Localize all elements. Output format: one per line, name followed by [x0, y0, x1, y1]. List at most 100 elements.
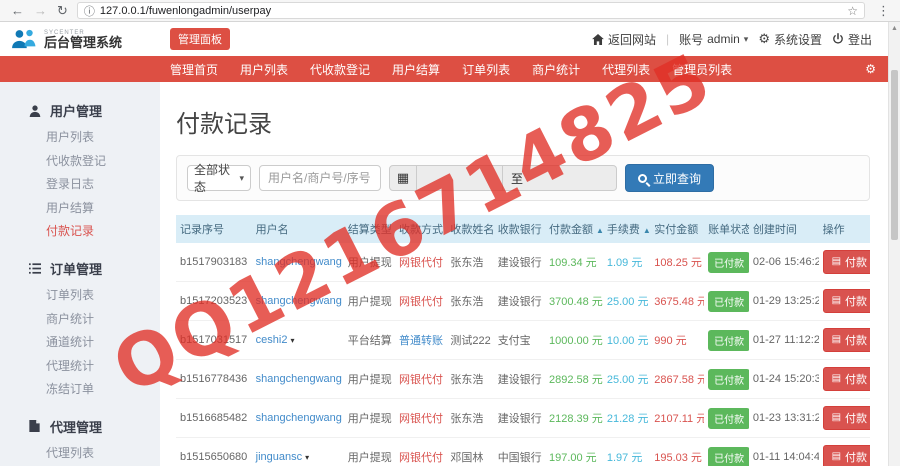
username-link[interactable]: shangchengwang	[256, 412, 342, 424]
pay-button[interactable]: ▤ 付款	[822, 289, 870, 313]
cell-settle-type: 用户提现	[343, 281, 396, 321]
main-content: 付款记录 全部状态 ▾ ▦ 至 立即查询	[160, 82, 900, 466]
username-link[interactable]: shangchengwang	[256, 256, 342, 268]
status-badge: 已付款	[708, 290, 749, 312]
cell-bill-status: 已付款	[704, 243, 749, 282]
pay-card-icon: ▤	[831, 451, 842, 462]
cell-record-id: b1517203523	[176, 281, 252, 321]
sidebar-item-agent-list[interactable]: 代理列表	[0, 442, 160, 466]
nav-item-agent-list[interactable]: 代理列表	[602, 61, 650, 78]
cell-actual-amount: 3675.48 元	[650, 281, 705, 321]
page-scrollbar[interactable]: ▲	[888, 22, 900, 466]
cell-pay-amount: 2128.39 元	[544, 398, 603, 438]
cell-pay-method: 网银代付	[395, 359, 447, 399]
pay-button[interactable]: ▤ 付款	[822, 367, 870, 391]
caret-down-icon: ▾	[305, 453, 310, 462]
sidebar-item-order-list[interactable]: 订单列表	[0, 284, 160, 308]
nav-item-home[interactable]: 管理首页	[170, 61, 218, 78]
username-link[interactable]: ceshi2	[256, 334, 288, 346]
cell-payee-name: 张东浩	[446, 243, 494, 282]
nav-item-merchant-stats[interactable]: 商户统计	[532, 61, 580, 78]
sidebar-item-frozen-orders[interactable]: 冻结订单	[0, 378, 160, 402]
search-button[interactable]: 立即查询	[625, 164, 715, 192]
col-fee[interactable]: 手续费 ▲	[602, 215, 651, 243]
nav-item-user-list[interactable]: 用户列表	[240, 61, 288, 78]
cell-record-id: b1517903183	[176, 243, 252, 282]
system-settings-link[interactable]: ⚙ 系统设置	[758, 31, 822, 48]
address-bar[interactable]: ⓘ 127.0.0.1/fuwenlongadmin/userpay ☆	[76, 2, 865, 19]
table-body: b1517903183 shangchengwang ▾ 用户提现 网银代付 张东…	[176, 243, 870, 466]
table-row: b1516778436 shangchengwang▾ 用户提现 网银代付 张东…	[176, 359, 870, 399]
url-text: 127.0.0.1/fuwenlongadmin/userpay	[99, 4, 272, 17]
pay-button[interactable]: ▤ 付款	[822, 406, 870, 430]
calendar-icon[interactable]: ▦	[389, 165, 417, 191]
page-info-icon[interactable]: ⓘ	[84, 3, 95, 19]
pay-button[interactable]: ▤ 付款	[822, 445, 870, 466]
cell-actual-amount: 108.25 元	[650, 243, 705, 282]
logout-link[interactable]: 登出	[832, 31, 872, 48]
username-link[interactable]: shangchengwang	[256, 295, 342, 307]
cell-settle-type: 用户提现	[343, 243, 396, 282]
sidebar-item-agent-stats[interactable]: 代理统计	[0, 355, 160, 379]
cell-created-time: 01-24 15:20:36	[748, 359, 819, 399]
logo-people-icon	[12, 29, 36, 49]
cell-pay-method: 网银代付	[395, 437, 447, 466]
cell-actions: ▤ 付款	[818, 359, 870, 399]
cell-record-id: b1517031517	[176, 320, 252, 360]
username-link[interactable]: shangchengwang	[256, 373, 342, 385]
cell-payee-bank: 支付宝	[493, 320, 545, 360]
cell-actions: ▤ 付款	[818, 281, 870, 321]
keyword-input[interactable]	[259, 165, 381, 191]
date-start-input[interactable]	[417, 165, 503, 191]
browser-back-button[interactable]: ←	[11, 4, 24, 17]
nav-gear-icon[interactable]: ⚙	[865, 62, 876, 76]
power-icon	[833, 33, 843, 44]
status-badge: 已付款	[708, 407, 749, 429]
date-end-input[interactable]	[531, 165, 618, 191]
browser-refresh-button[interactable]: ↻	[57, 4, 68, 17]
col-pay-amount[interactable]: 付款金额 ▲	[544, 215, 603, 243]
cell-fee: 1.09 元	[602, 243, 651, 282]
nav-item-order-list[interactable]: 订单列表	[462, 61, 510, 78]
cell-pay-method: 网银代付	[395, 243, 447, 282]
sidebar-item-user-list[interactable]: 用户列表	[0, 126, 160, 150]
cell-payee-bank: 建设银行	[493, 359, 545, 399]
account-menu[interactable]: 账号 admin ▾	[679, 31, 748, 48]
version-badge: 管理面板	[170, 28, 231, 50]
sidebar-item-payment-records[interactable]: 付款记录	[0, 220, 160, 244]
cell-payee-name: 测试222	[446, 320, 494, 360]
col-actual-amount: 实付金额	[650, 215, 705, 243]
top-nav: 管理首页 用户列表 代收款登记 用户结算 订单列表 商户统计 代理列表 管理员列…	[0, 56, 900, 82]
sidebar-item-channel-stats[interactable]: 通道统计	[0, 331, 160, 355]
back-to-site-link[interactable]: 返回网站	[592, 31, 656, 48]
cell-fee: 25.00 元	[602, 359, 651, 399]
cell-bill-status: 已付款	[704, 281, 749, 321]
table-header-row: 记录序号 用户名 结算类型 收款方式 收款姓名 收款银行 付款金额 ▲ 手续费 …	[176, 215, 870, 243]
table-row: b1517903183 shangchengwang▾ 用户提现 网银代付 张东…	[176, 243, 870, 282]
scrollbar-thumb[interactable]	[891, 70, 898, 240]
cell-actions: ▤ 付款	[818, 398, 870, 438]
pay-button[interactable]: ▤ 付款	[822, 250, 870, 274]
cell-actions: ▤ 付款	[818, 437, 870, 466]
col-payee-bank: 收款银行	[493, 215, 545, 243]
sidebar-item-collection-register[interactable]: 代收款登记	[0, 150, 160, 174]
nav-item-collection-register[interactable]: 代收款登记	[310, 61, 370, 78]
scrollbar-up-icon[interactable]: ▲	[889, 25, 900, 32]
nav-item-admin-list[interactable]: 管理员列表	[672, 61, 732, 78]
nav-item-user-settle[interactable]: 用户结算	[392, 61, 440, 78]
browser-forward-button[interactable]: →	[34, 4, 47, 17]
status-select[interactable]: 全部状态 ▾	[187, 163, 251, 194]
sidebar-item-merchant-stats[interactable]: 商户统计	[0, 308, 160, 332]
pay-button[interactable]: ▤ 付款	[822, 328, 870, 352]
username-link[interactable]: jinguansc	[256, 451, 302, 463]
app-header: SYCENTER 后台管理系统 管理面板 返回网站 | 账号 admin ▾ ⚙…	[0, 22, 900, 56]
sidebar-section-orders: 订单管理	[0, 254, 160, 284]
sidebar-item-login-log[interactable]: 登录日志	[0, 173, 160, 197]
browser-menu-icon[interactable]: ⋮	[877, 3, 890, 19]
cell-pay-amount: 2892.58 元	[544, 359, 603, 399]
cell-payee-name: 张东浩	[446, 398, 494, 438]
sort-asc-icon: ▲	[642, 226, 651, 235]
sidebar-item-user-settle[interactable]: 用户结算	[0, 197, 160, 221]
bookmark-star-icon[interactable]: ☆	[847, 4, 858, 18]
list-icon	[28, 262, 41, 275]
